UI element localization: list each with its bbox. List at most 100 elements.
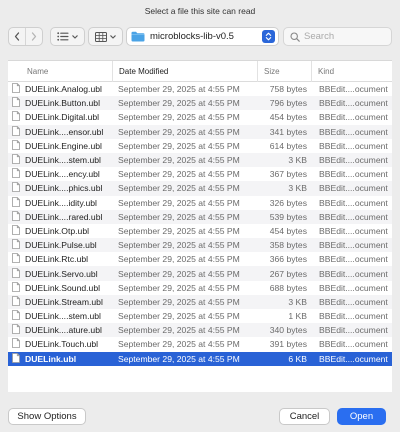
file-kind: BBEdit....ocument	[319, 339, 388, 350]
file-row[interactable]: DUELink.ubl September 29, 2025 at 4:55 PM…	[8, 351, 392, 366]
file-name-cell: DUELink.Digital.ubl	[8, 111, 112, 123]
file-name: DUELink.Pulse.ubl	[25, 240, 97, 251]
location-label: microblocks-lib-v0.5	[150, 31, 234, 42]
column-date-modified[interactable]: Date Modified	[112, 61, 257, 82]
file-name: DUELink....rared.ubl	[25, 211, 103, 222]
forward-button[interactable]	[25, 28, 42, 45]
up-down-chevron-icon	[262, 30, 275, 43]
file-kind: BBEdit....ocument	[319, 225, 388, 236]
file-row[interactable]: DUELink.Servo.ubl September 29, 2025 at 4…	[8, 266, 392, 281]
document-icon	[12, 225, 20, 237]
document-icon	[12, 182, 20, 194]
toolbar: microblocks-lib-v0.5	[8, 27, 392, 47]
file-date: September 29, 2025 at 4:55 PM	[118, 240, 240, 251]
file-name-cell: DUELink.Touch.ubl	[8, 338, 112, 350]
document-icon	[12, 310, 20, 322]
file-name-cell: DUELink.ubl	[8, 352, 112, 365]
list-view-button[interactable]	[50, 27, 85, 46]
file-name: DUELink.Rtc.ubl	[25, 254, 89, 265]
folder-icon	[131, 31, 145, 42]
file-date: September 29, 2025 at 4:55 PM	[118, 311, 240, 322]
file-row[interactable]: DUELink....ency.ubl September 29, 2025 at…	[8, 167, 392, 181]
document-icon	[12, 125, 20, 138]
file-row[interactable]: DUELink.Otp.ubl September 29, 2025 at 4:5…	[8, 224, 392, 238]
column-header: Name Date Modified Size Kind	[8, 61, 392, 82]
file-row[interactable]: DUELink.Touch.ubl September 29, 2025 at 4…	[8, 337, 392, 351]
file-name-cell: DUELink....stem.ubl	[8, 154, 112, 166]
file-kind: BBEdit....ocument	[319, 353, 388, 364]
search-input[interactable]	[304, 31, 384, 42]
file-row[interactable]: DUELink.Digital.ubl September 29, 2025 at…	[8, 110, 392, 124]
file-date: September 29, 2025 at 4:55 PM	[118, 197, 240, 208]
chevron-left-icon	[14, 32, 20, 41]
file-kind: BBEdit....ocument	[319, 84, 388, 95]
cancel-button[interactable]: Cancel	[279, 408, 330, 425]
document-icon	[12, 111, 20, 123]
file-row[interactable]: DUELink.Engine.ubl September 29, 2025 at …	[8, 139, 392, 153]
dialog-footer: Show Options Cancel Open	[0, 392, 400, 432]
file-row[interactable]: DUELink.Pulse.ubl September 29, 2025 at 4…	[8, 238, 392, 253]
file-date: September 29, 2025 at 4:55 PM	[118, 353, 240, 364]
file-row[interactable]: DUELink....stem.ubl September 29, 2025 at…	[8, 309, 392, 323]
chevron-right-icon	[31, 32, 37, 41]
file-name-cell: DUELink.Button.ubl	[8, 97, 112, 109]
column-size[interactable]: Size	[257, 61, 311, 82]
file-size: 6 KB	[288, 353, 307, 364]
file-name: DUELink....ature.ubl	[25, 325, 102, 336]
search-field[interactable]	[283, 27, 392, 46]
document-icon	[12, 154, 20, 166]
file-kind: BBEdit....ocument	[319, 126, 388, 137]
grid-view-button[interactable]	[88, 27, 123, 46]
file-date: September 29, 2025 at 4:55 PM	[118, 296, 240, 307]
file-date: September 29, 2025 at 4:55 PM	[118, 126, 240, 137]
file-size: 3 KB	[288, 296, 307, 307]
file-name: DUELink.Button.ubl	[25, 98, 100, 109]
chevron-down-icon	[110, 34, 116, 39]
file-size: 366 bytes	[269, 254, 307, 265]
file-row[interactable]: DUELink....ensor.ubl September 29, 2025 a…	[8, 124, 392, 139]
file-row[interactable]: DUELink.Stream.ubl September 29, 2025 at …	[8, 294, 392, 309]
file-row[interactable]: DUELink....phics.ubl September 29, 2025 a…	[8, 181, 392, 196]
file-kind: BBEdit....ocument	[319, 140, 388, 151]
file-date: September 29, 2025 at 4:55 PM	[118, 84, 240, 95]
file-row[interactable]: DUELink.Sound.ubl September 29, 2025 at 4…	[8, 281, 392, 295]
file-name: DUELink.ubl	[25, 353, 77, 364]
file-row[interactable]: DUELink.Button.ubl September 29, 2025 at …	[8, 96, 392, 111]
back-button[interactable]	[9, 28, 25, 45]
file-row[interactable]: DUELink....rared.ubl September 29, 2025 a…	[8, 209, 392, 224]
search-icon	[290, 31, 300, 42]
file-kind: BBEdit....ocument	[319, 296, 388, 307]
show-options-button[interactable]: Show Options	[8, 408, 86, 425]
file-size: 341 bytes	[269, 126, 307, 137]
file-size: 454 bytes	[269, 112, 307, 123]
file-name: DUELink....ency.ubl	[25, 169, 100, 180]
grid-view-icon	[95, 31, 107, 42]
file-row[interactable]: DUELink.Analog.ubl September 29, 2025 at …	[8, 82, 392, 96]
document-icon	[12, 83, 20, 95]
file-name: DUELink.Stream.ubl	[25, 296, 103, 307]
file-name-cell: DUELink....ensor.ubl	[8, 125, 112, 138]
column-name[interactable]: Name	[8, 61, 112, 82]
file-row[interactable]: DUELink....stem.ubl September 29, 2025 at…	[8, 152, 392, 168]
file-row[interactable]: DUELink.Rtc.ubl September 29, 2025 at 4:5…	[8, 252, 392, 266]
document-icon	[12, 267, 20, 280]
file-size: 358 bytes	[269, 240, 307, 251]
navigation-buttons	[8, 27, 43, 46]
file-list[interactable]: Name Date Modified Size Kind DUELink.Ana…	[8, 60, 392, 392]
open-button[interactable]: Open	[337, 408, 386, 425]
file-row[interactable]: DUELink....idity.ubl September 29, 2025 a…	[8, 196, 392, 210]
document-icon	[12, 281, 20, 294]
document-icon	[12, 196, 20, 209]
column-kind[interactable]: Kind	[311, 61, 392, 82]
file-name-cell: DUELink.Pulse.ubl	[8, 239, 112, 251]
file-name: DUELink....idity.ubl	[25, 197, 97, 208]
file-name-cell: DUELink.Analog.ubl	[8, 83, 112, 95]
file-date: September 29, 2025 at 4:55 PM	[118, 211, 240, 222]
file-row[interactable]: DUELink....ature.ubl September 29, 2025 a…	[8, 323, 392, 338]
file-size: 326 bytes	[269, 197, 307, 208]
location-popup[interactable]: microblocks-lib-v0.5	[126, 27, 279, 46]
file-kind: BBEdit....ocument	[319, 112, 388, 123]
file-date: September 29, 2025 at 4:55 PM	[118, 155, 240, 166]
document-icon	[12, 139, 20, 152]
file-name: DUELink....stem.ubl	[25, 311, 101, 322]
